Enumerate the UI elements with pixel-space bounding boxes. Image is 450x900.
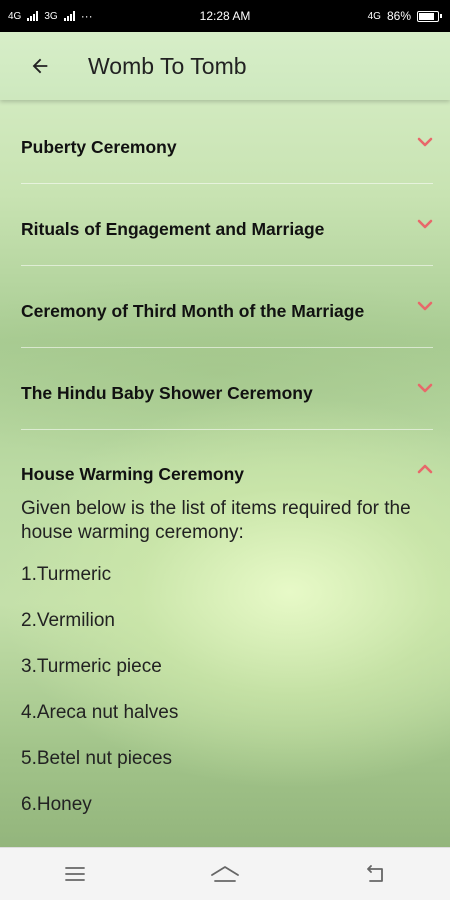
network-4g-label: 4G <box>8 10 22 22</box>
section-house-warming[interactable]: House Warming Ceremony <box>0 430 450 488</box>
menu-icon <box>65 867 85 881</box>
section-title: Puberty Ceremony <box>21 137 177 157</box>
home-button[interactable] <box>205 859 245 889</box>
chevron-down-icon <box>417 137 433 147</box>
menu-button[interactable] <box>55 859 95 889</box>
page-title: Womb To Tomb <box>88 52 247 79</box>
chevron-down-icon <box>417 219 433 229</box>
section-intro-text: Given below is the list of items require… <box>21 498 411 543</box>
section-engagement-marriage[interactable]: Rituals of Engagement and Marriage <box>0 184 450 266</box>
home-icon <box>211 866 239 882</box>
network-3g-label: 3G <box>44 10 58 22</box>
section-baby-shower[interactable]: The Hindu Baby Shower Ceremony <box>0 348 450 430</box>
arrow-left-icon <box>32 58 48 74</box>
status-bar: 4G 3G ··· 12:28 AM 4G 86% <box>0 0 450 32</box>
status-left: 4G 3G ··· <box>8 9 93 23</box>
section-puberty-ceremony[interactable]: Puberty Ceremony <box>0 102 450 184</box>
accordion-list: Puberty Ceremony Rituals of Engagement a… <box>0 102 450 839</box>
list-item: 6.Honey <box>21 794 92 815</box>
section-title: Ceremony of Third Month of the Marriage <box>21 301 365 321</box>
list-item: 1.Turmeric <box>21 564 112 585</box>
signal-icon <box>27 11 39 21</box>
nav-back-button[interactable] <box>355 859 395 889</box>
back-return-icon <box>367 865 383 882</box>
chevron-down-icon <box>417 383 433 393</box>
app-bar: Womb To Tomb <box>0 32 450 100</box>
section-title: Rituals of Engagement and Marriage <box>21 219 325 239</box>
signal-icon-2 <box>63 11 75 21</box>
section-content: Given below is the list of items require… <box>0 497 450 839</box>
battery-percent: 86% <box>386 9 411 23</box>
chevron-down-icon <box>417 301 433 311</box>
section-title: House Warming Ceremony <box>21 464 245 484</box>
content-area: Womb To Tomb Puberty Ceremony Rituals of… <box>0 32 450 848</box>
back-button[interactable] <box>25 51 55 81</box>
status-right: 4G 86% <box>368 9 442 23</box>
list-item: 5.Betel nut pieces <box>21 748 173 769</box>
list-item: 4.Areca nut halves <box>21 702 179 723</box>
network-4g-right-label: 4G <box>367 10 381 22</box>
section-title: The Hindu Baby Shower Ceremony <box>21 383 313 403</box>
list-item: 2.Vermilion <box>21 610 115 631</box>
status-time: 12:28 AM <box>199 9 251 23</box>
system-nav-bar <box>0 847 450 900</box>
list-item: 3.Turmeric piece <box>21 656 162 677</box>
chevron-up-icon <box>417 464 433 474</box>
battery-icon <box>417 10 442 22</box>
more-notifications-icon: ··· <box>80 9 93 23</box>
section-third-month[interactable]: Ceremony of Third Month of the Marriage <box>0 266 450 348</box>
